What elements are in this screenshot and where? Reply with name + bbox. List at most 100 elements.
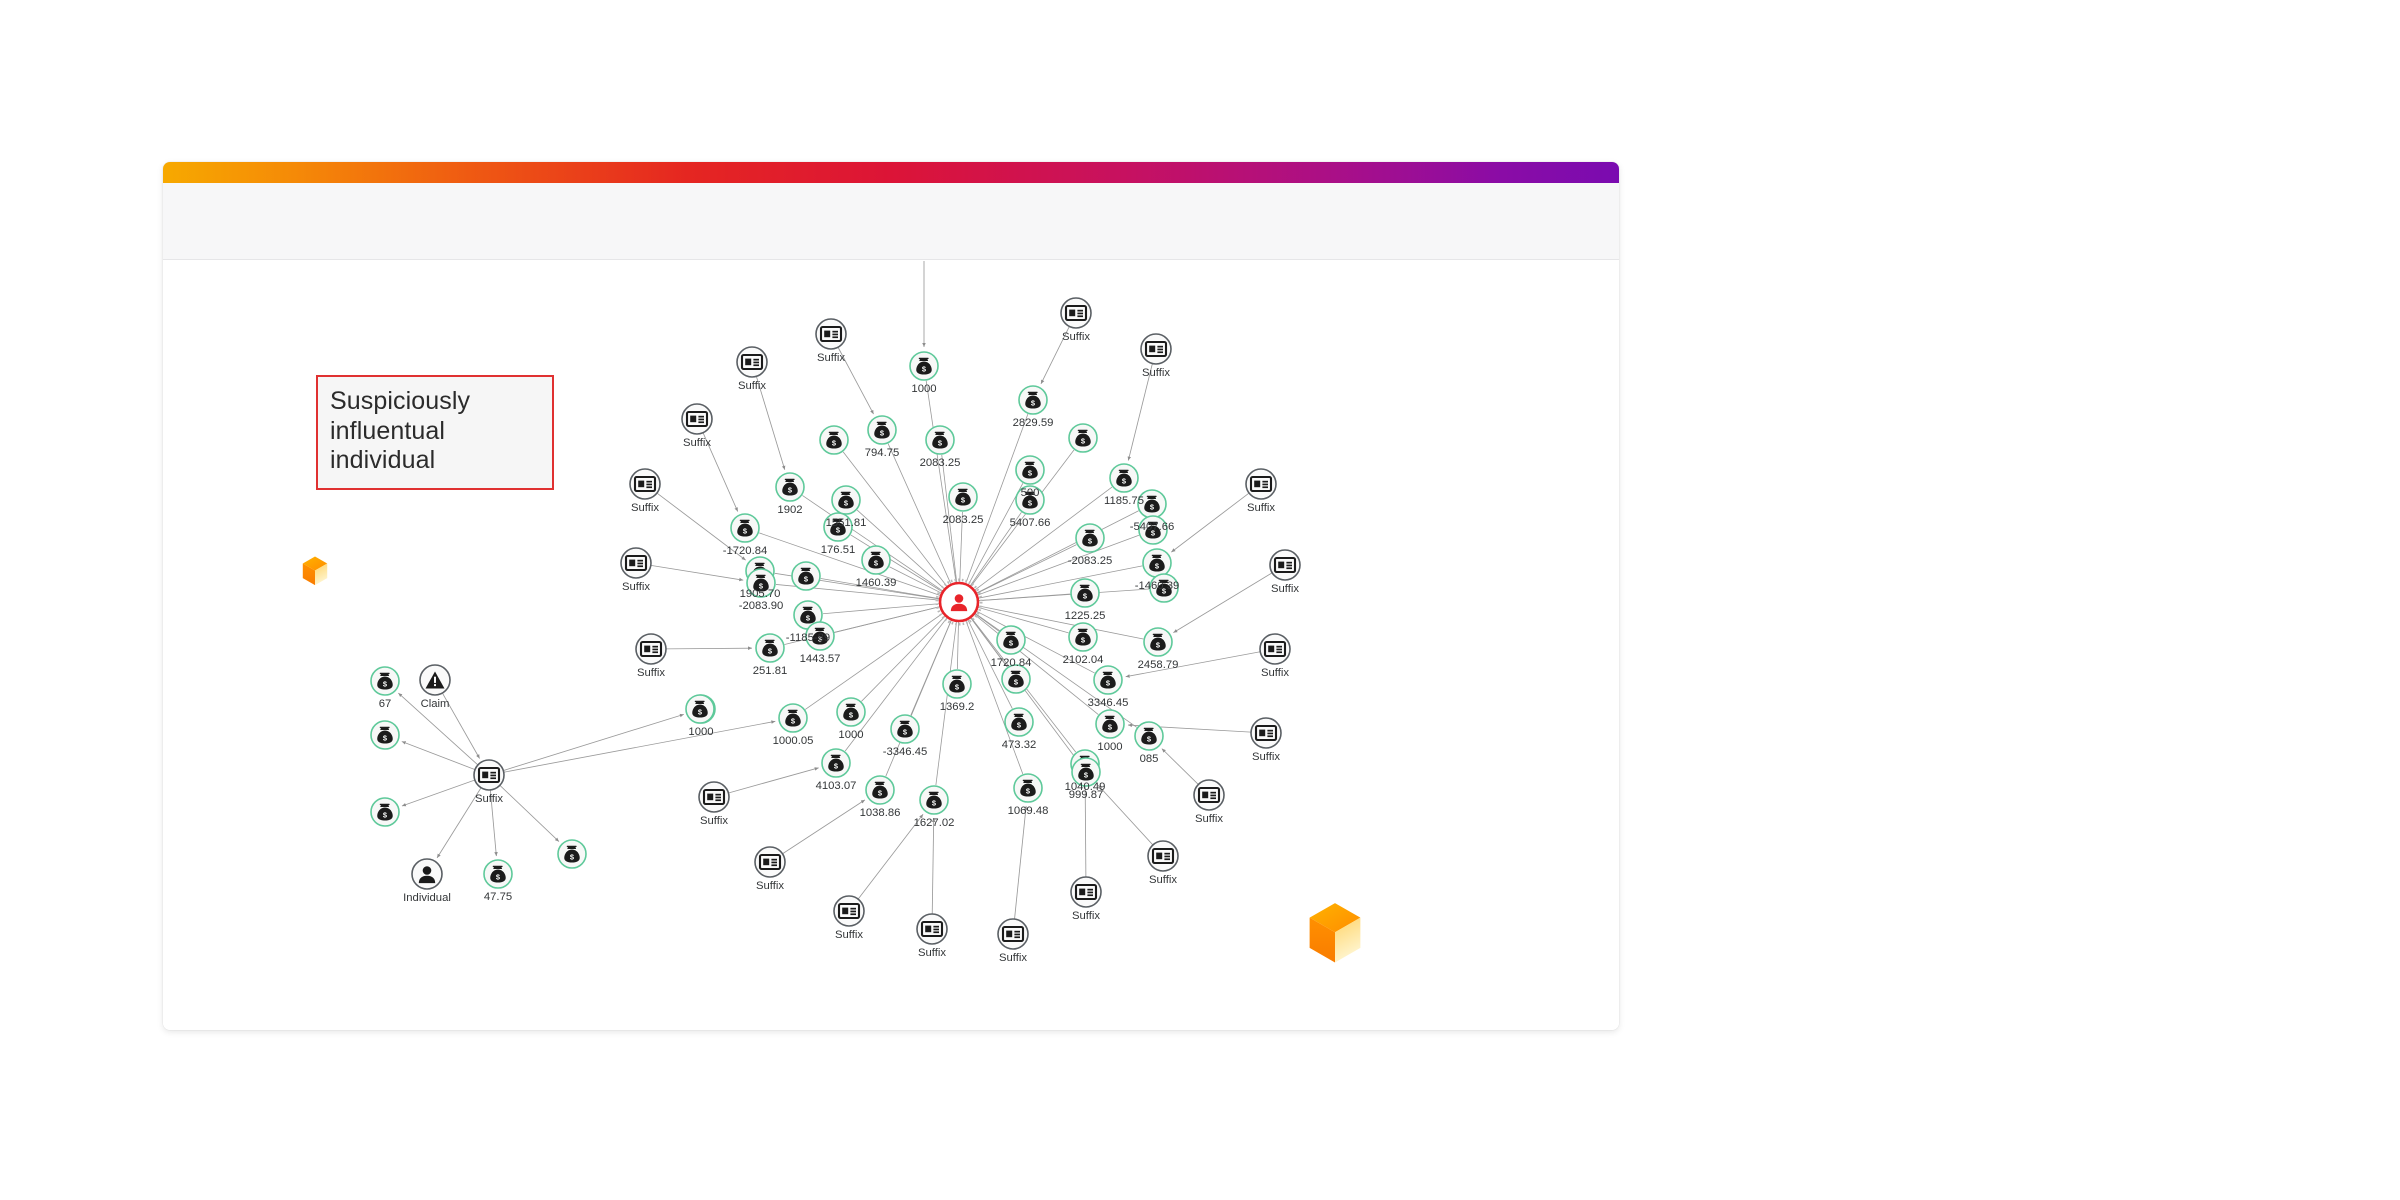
graph-node-suffix[interactable] (681, 403, 713, 435)
graph-node-money[interactable]: $ (948, 482, 978, 512)
graph-node-money[interactable]: $ (1018, 385, 1048, 415)
graph-node-suffix[interactable] (997, 918, 1029, 950)
suffix-node-label: Suffix (622, 581, 650, 593)
graph-node-money[interactable]: $ (865, 775, 895, 805)
graph-node-money[interactable]: $ (1068, 423, 1098, 453)
graph-node-money[interactable]: $ (370, 797, 400, 827)
suffix-node-label: Suffix (1062, 331, 1090, 343)
graph-node-money[interactable]: $ (1068, 622, 1098, 652)
graph-edge (401, 741, 476, 771)
money-node-amount-label: 1069.48 (1008, 805, 1049, 817)
graph-node-suffix[interactable] (1259, 633, 1291, 665)
graph-node-money[interactable]: $ (925, 425, 955, 455)
graph-node-money[interactable]: $ (819, 425, 849, 455)
graph-node-suffix[interactable] (833, 895, 865, 927)
graph-node-money[interactable]: $ (730, 513, 760, 543)
graph-node-suffix[interactable] (1060, 297, 1092, 329)
graph-node-suffix[interactable] (1140, 333, 1172, 365)
graph-node-individual[interactable] (411, 858, 443, 890)
graph-node-money[interactable]: $ (370, 720, 400, 750)
window-toolbar[interactable] (163, 183, 1619, 260)
graph-node-suffix[interactable] (473, 759, 505, 791)
graph-node-suffix[interactable] (1269, 549, 1301, 581)
graph-node-money[interactable]: $ (557, 839, 587, 869)
graph-node-suffix[interactable] (916, 913, 948, 945)
graph-node-money[interactable]: $ (890, 714, 920, 744)
graph-edge (925, 380, 957, 584)
suffix-node-label: Suffix (1261, 667, 1289, 679)
money-node-amount-label: 2083.25 (943, 514, 984, 526)
graph-node-money[interactable]: $ (778, 703, 808, 733)
graph-node-money[interactable]: $ (1093, 665, 1123, 695)
graph-node-hub[interactable] (935, 578, 983, 626)
money-node-amount-label: 1000 (838, 729, 863, 741)
graph-node-money[interactable]: $ (370, 666, 400, 696)
money-node-amount-label: 2458.79 (1138, 659, 1179, 671)
graph-node-money[interactable]: $ (919, 785, 949, 815)
graph-node-suffix[interactable] (635, 633, 667, 665)
money-node-amount-label: 1225.25 (1065, 610, 1106, 622)
money-node-amount-label: 1460.39 (856, 577, 897, 589)
graph-node-suffix[interactable] (1193, 779, 1225, 811)
graph-node-money[interactable]: $ (861, 545, 891, 575)
graph-edge (650, 564, 744, 582)
money-node-amount-label: 1905.70 (740, 588, 781, 600)
graph-node-money[interactable]: $ (1134, 721, 1164, 751)
graph-node-money[interactable]: $ (867, 415, 897, 445)
money-node-amount-label: 1000 (1097, 741, 1122, 753)
money-node-amount-label: 1000 (911, 383, 936, 395)
graph-node-money[interactable]: $ (1109, 463, 1139, 493)
graph-node-suffix[interactable] (1250, 717, 1282, 749)
suffix-node-label: Suffix (631, 502, 659, 514)
graph-node-suffix[interactable] (1147, 840, 1179, 872)
graph-node-money[interactable]: $ (1070, 578, 1100, 608)
money-node-amount-label: 3346.45 (1088, 697, 1129, 709)
money-node-amount-label: 794.75 (865, 447, 900, 459)
claim-node-label: Claim (421, 698, 450, 710)
graph-node-money[interactable]: $ (1013, 773, 1043, 803)
screenshot-root: $ $ $ $ $ $ $ $ $ $ $ $ $ $ $ $ $ $ $ $ $ $ $ $ $ $ $ $ $ $ $ $ $ $ $ $ $ $ $ $… (0, 0, 2400, 1200)
money-node-amount-label: 5407.66 (1010, 517, 1051, 529)
suffix-node-label: Suffix (999, 952, 1027, 964)
graph-edge (665, 646, 753, 650)
money-node-amount-label: 1038.86 (860, 807, 901, 819)
graph-node-money[interactable]: $ (1075, 523, 1105, 553)
graph-node-suffix[interactable] (736, 346, 768, 378)
graph-node-suffix[interactable] (815, 318, 847, 350)
graph-node-money[interactable]: $ (1142, 548, 1172, 578)
graph-node-money[interactable]: $ (791, 561, 821, 591)
graph-node-money[interactable]: $ (685, 694, 715, 724)
graph-node-suffix[interactable] (629, 468, 661, 500)
graph-node-money[interactable]: $ (1095, 709, 1125, 739)
graph-node-money[interactable]: $ (1001, 664, 1031, 694)
graph-node-money[interactable]: $ (483, 859, 513, 889)
graph-node-suffix[interactable] (620, 547, 652, 579)
graph-node-suffix[interactable] (1070, 876, 1102, 908)
graph-node-money[interactable]: $ (909, 351, 939, 381)
graph-node-money[interactable]: $ (1015, 455, 1045, 485)
graph-edge (1171, 492, 1250, 553)
graph-node-money[interactable]: $ (821, 748, 851, 778)
graph-edge (931, 817, 936, 915)
graph-node-suffix[interactable] (698, 781, 730, 813)
graph-node-money[interactable]: $ (831, 485, 861, 515)
money-node-amount-label: 2083.25 (920, 457, 961, 469)
graph-node-money[interactable]: $ (775, 472, 805, 502)
graph-node-suffix[interactable] (1245, 468, 1277, 500)
graph-node-claim[interactable] (419, 664, 451, 696)
graph-edge (728, 767, 819, 794)
money-node-amount-label: -1720.84 (723, 545, 768, 557)
callout-line-2: influentual individual (330, 416, 446, 475)
money-node-amount-label: 4103.07 (816, 780, 857, 792)
graph-node-money[interactable]: $ (1143, 627, 1173, 657)
graph-edge (401, 779, 476, 807)
graph-node-money[interactable]: $ (996, 625, 1026, 655)
graph-node-money[interactable]: $ (942, 669, 972, 699)
graph-node-money[interactable]: $ (755, 633, 785, 663)
graph-edge (956, 620, 959, 670)
graph-node-suffix[interactable] (754, 846, 786, 878)
graph-node-money[interactable]: $ (1004, 707, 1034, 737)
graph-node-money[interactable]: $ (836, 697, 866, 727)
money-node-amount-label: 1000 (688, 726, 713, 738)
annotation-callout: Suspiciously influentual individual (316, 375, 554, 490)
